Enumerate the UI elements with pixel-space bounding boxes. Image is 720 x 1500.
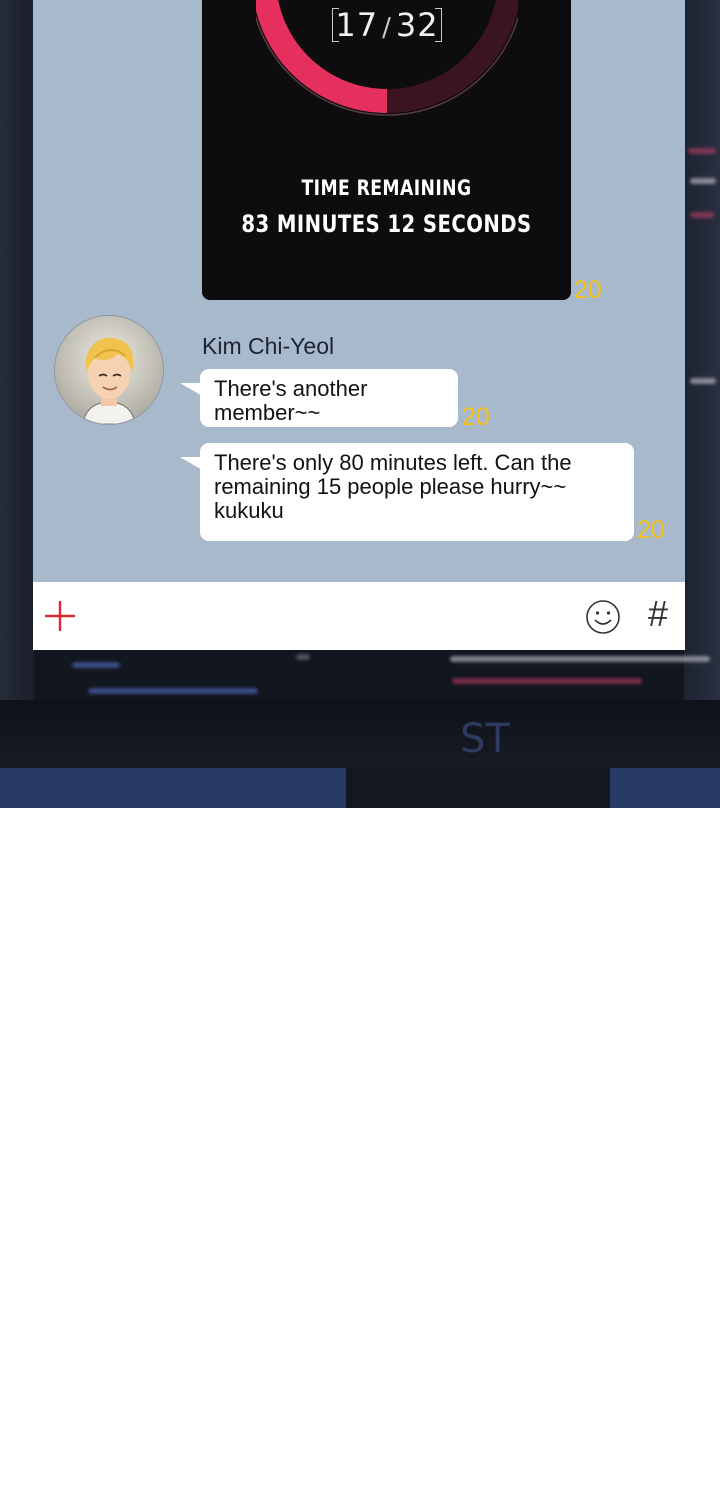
message-line: member~~ [214,400,321,425]
blurred-screen-text [690,212,714,218]
avatar-portrait-icon [55,316,163,424]
sender-name: Kim Chi-Yeol [202,333,335,359]
blurred-screen-text [690,378,716,384]
blurred-screen-text [688,148,716,154]
emoji-button[interactable] [585,599,621,635]
message-bubble[interactable]: There's another member~~ [180,369,458,427]
blurred-screen-text [690,178,716,184]
plus-icon [45,601,75,631]
message-line: There's another [214,376,368,401]
blurred-screen-text [72,662,120,668]
message-bubble[interactable]: There's only 80 minutes left. Can the re… [180,443,634,541]
desk-panel-right [610,768,720,808]
message-line: remaining 15 people please hurry~~ [214,474,567,499]
add-attachment-button[interactable] [43,599,77,633]
monitor-brand-logo: ST [460,716,510,762]
hashtag-button[interactable]: # [640,594,676,634]
desk-panel-left [0,768,346,808]
read-count: 20 [462,403,490,431]
smiley-icon [586,600,620,634]
message-input-bar[interactable]: # [33,582,685,650]
read-count: 20 [574,276,602,304]
screen-edge-right [684,0,720,700]
read-count: 20 [637,516,665,544]
blurred-screen-text [296,654,310,660]
counter-total: 32 [395,6,439,44]
blurred-screen-text [450,656,710,662]
bubble-tail [180,383,204,397]
chat-window: 17/32 TIME REMAINING 83 MINUTES 12 SECON… [33,0,685,582]
screen-edge-left [0,0,34,700]
counter-current: 17 [335,6,379,44]
bubble-tail [180,457,204,471]
blurred-screen-text [88,688,258,694]
message-line: There's only 80 minutes left. Can the [214,450,572,475]
message-line: kukuku [214,498,284,523]
avatar[interactable] [55,316,163,424]
blurred-screen-text [452,678,642,684]
counter-separator: / [382,13,392,43]
timer-card: 17/32 TIME REMAINING 83 MINUTES 12 SECON… [202,0,571,300]
monitor-bezel [0,700,720,770]
monitor-stand [346,768,610,808]
member-counter: 17/32 [332,4,442,46]
time-remaining-label: TIME REMAINING [301,176,472,200]
time-remaining-value: 83 MINUTES 12 SECONDS [241,210,532,238]
